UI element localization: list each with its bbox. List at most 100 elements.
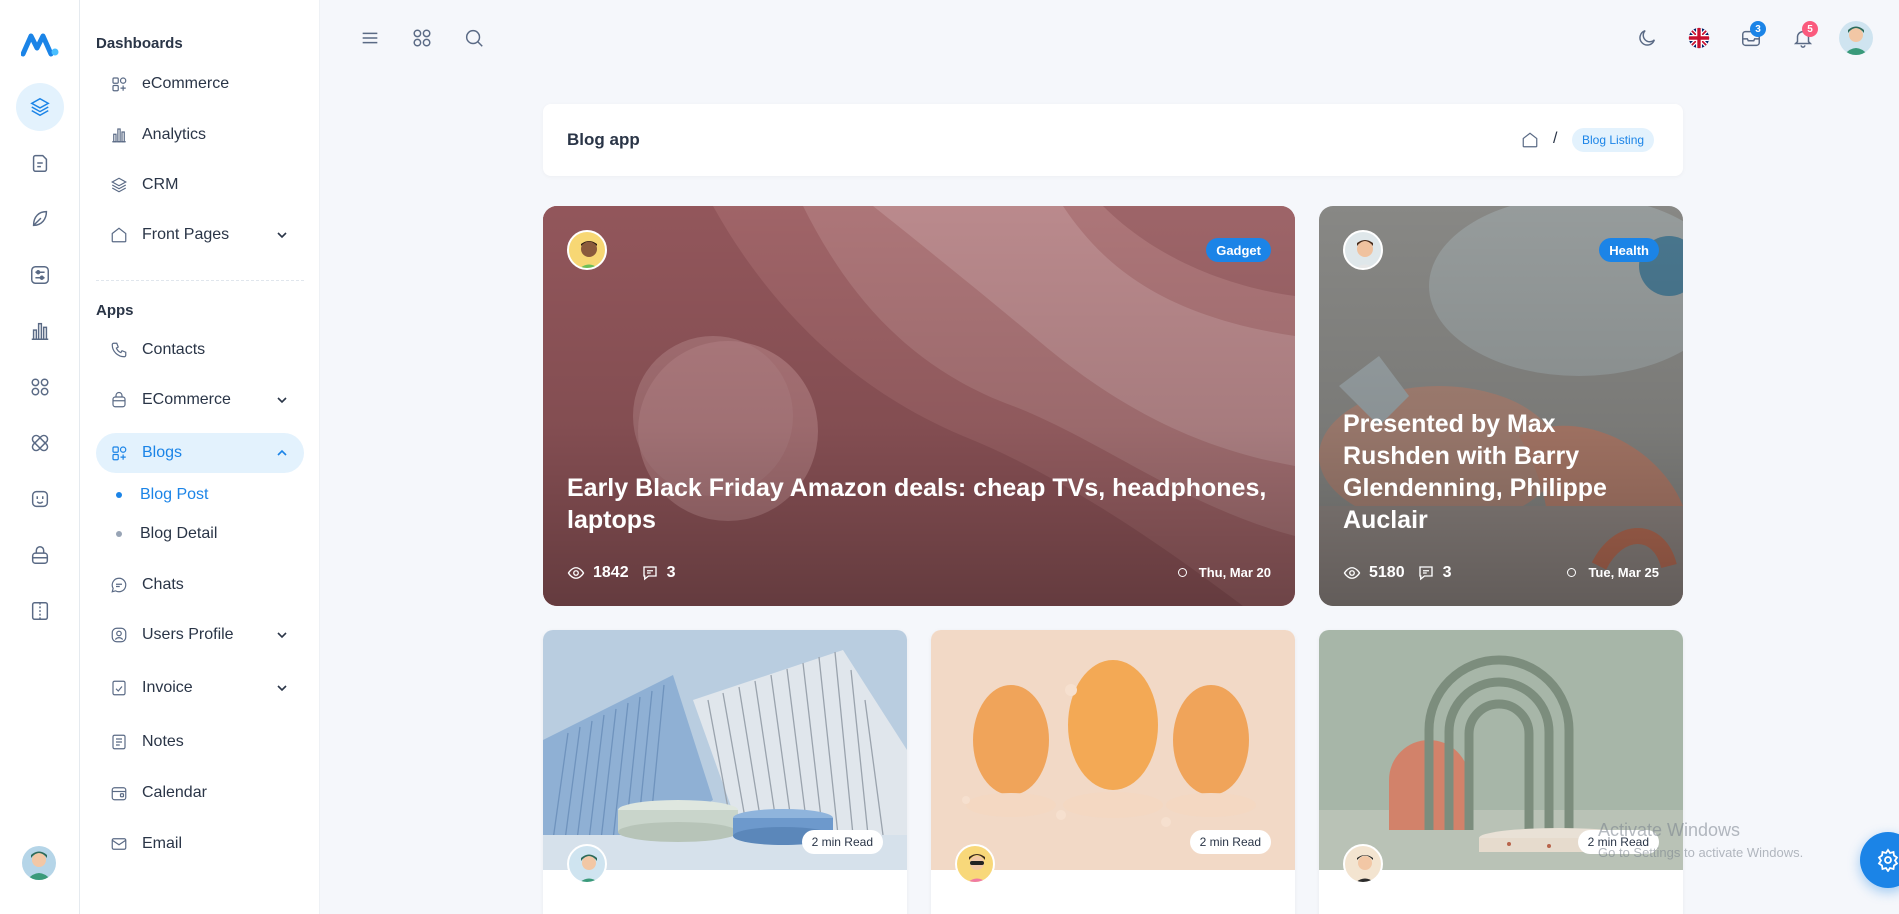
author-avatar[interactable] xyxy=(567,844,607,884)
date-text: Thu, Mar 20 xyxy=(1198,565,1271,580)
chevron-up-icon xyxy=(277,449,287,456)
category-badge[interactable]: Health xyxy=(1599,238,1659,262)
eye-icon xyxy=(567,567,585,579)
post-stats: 1842 3 xyxy=(567,564,676,582)
basket-icon xyxy=(110,391,128,409)
subitem-label: Blog Post xyxy=(140,486,209,503)
notes-icon xyxy=(110,733,128,751)
sidebar-item-contacts[interactable]: Contacts xyxy=(96,330,304,370)
sidebar-item-ecommerce[interactable]: eCommerce xyxy=(96,64,304,104)
sidebar-item-notes[interactable]: Notes xyxy=(96,722,304,762)
sidebar-item-label: Blogs xyxy=(142,444,183,461)
sidebar-item-front-pages[interactable]: Front Pages xyxy=(96,215,304,255)
bullet-dot xyxy=(116,492,122,498)
views-count: 1842 xyxy=(593,564,629,581)
sidebar-item-ecommerce-app[interactable]: ECommerce xyxy=(96,380,304,420)
chat-icon xyxy=(110,576,128,594)
chevron-down-icon xyxy=(277,632,287,639)
subitem-label: Blog Detail xyxy=(140,525,218,542)
rail-book-icon[interactable] xyxy=(16,587,64,635)
featured-post-card[interactable]: Health Presented by Max Rushden with Bar… xyxy=(1319,206,1683,606)
home-icon xyxy=(110,226,128,244)
rail-layers-icon[interactable] xyxy=(16,83,64,131)
category-badge[interactable]: Gadget xyxy=(1206,238,1271,262)
rail-sliders-icon[interactable] xyxy=(16,251,64,299)
post-date: Tue, Mar 25 xyxy=(1567,565,1659,580)
eye-icon xyxy=(1343,567,1361,579)
sidebar-item-analytics[interactable]: Analytics xyxy=(96,115,304,155)
sidebar-item-email[interactable]: Email xyxy=(96,824,304,864)
widget-icon xyxy=(110,444,128,462)
chart-icon xyxy=(110,126,128,144)
sidebar-item-invoice[interactable]: Invoice xyxy=(96,668,304,708)
notifications-badge: 5 xyxy=(1802,21,1818,37)
watermark-line1: Activate Windows xyxy=(1598,820,1741,840)
windows-activation-watermark: Activate Windows Go to Settings to activ… xyxy=(1598,820,1803,860)
sidebar-item-label: Notes xyxy=(142,733,184,750)
sidebar-item-label: Email xyxy=(142,835,183,852)
clock-icon xyxy=(1177,568,1187,577)
post-title[interactable]: Presented by Max Rushden with Barry Glen… xyxy=(1343,408,1643,536)
read-time-badge: 2 min Read xyxy=(1189,830,1271,854)
comments-count: 3 xyxy=(1442,564,1452,581)
post-card[interactable]: 2 min Read xyxy=(931,630,1295,914)
author-avatar[interactable] xyxy=(1343,230,1383,270)
rail-face-icon[interactable] xyxy=(16,475,64,523)
user-avatar[interactable] xyxy=(22,846,56,880)
sidebar-item-label: Users Profile xyxy=(142,626,234,643)
post-card[interactable]: 2 min Read xyxy=(543,630,907,914)
featured-post-card[interactable]: Gadget Early Black Friday Amazon deals: … xyxy=(543,206,1295,606)
author-avatar[interactable] xyxy=(567,230,607,270)
search-icon[interactable] xyxy=(461,25,487,51)
rail-document-icon[interactable] xyxy=(16,139,64,187)
sidebar-item-label: ECommerce xyxy=(142,391,231,408)
sidebar-item-blogs[interactable]: Blogs xyxy=(96,433,304,473)
sidebar-item-calendar[interactable]: Calendar xyxy=(96,773,304,813)
sidebar-item-label: Contacts xyxy=(142,341,206,358)
author-avatar[interactable] xyxy=(1343,844,1383,884)
rail-leaf-icon[interactable] xyxy=(16,195,64,243)
chevron-down-icon xyxy=(277,397,287,404)
gear-icon xyxy=(1877,848,1899,872)
watermark-line2: Go to Settings to activate Windows. xyxy=(1598,845,1804,860)
post-title[interactable]: Early Black Friday Amazon deals: cheap T… xyxy=(567,472,1267,536)
rail-bar-chart-icon[interactable] xyxy=(16,307,64,355)
comments-count: 3 xyxy=(666,564,676,581)
sidebar-item-label: Invoice xyxy=(142,679,193,696)
comment-icon xyxy=(642,566,657,581)
sidebar-divider xyxy=(96,280,304,281)
icon-rail xyxy=(0,0,80,914)
settings-fab[interactable] xyxy=(1860,832,1899,888)
section-title-dashboards: Dashboards xyxy=(96,35,183,52)
post-stats: 5180 3 xyxy=(1343,564,1452,582)
messages-badge: 3 xyxy=(1750,21,1766,37)
post-card[interactable]: 2 min Read xyxy=(1319,630,1683,914)
menu-toggle-icon[interactable] xyxy=(357,25,383,51)
cover-overlay xyxy=(543,206,1295,606)
sidebar-item-crm[interactable]: CRM xyxy=(96,165,304,205)
moon-icon[interactable] xyxy=(1634,25,1660,51)
uk-flag-icon[interactable] xyxy=(1686,25,1712,51)
rail-lock-icon[interactable] xyxy=(16,531,64,579)
user-circle-icon xyxy=(110,626,128,644)
sidebar-item-label: CRM xyxy=(142,176,179,193)
apps-grid-icon[interactable] xyxy=(409,25,435,51)
views-count: 5180 xyxy=(1369,564,1405,581)
breadcrumb-separator: / xyxy=(1553,130,1558,147)
bullet-dot xyxy=(116,531,122,537)
home-icon[interactable] xyxy=(1521,131,1539,149)
sidebar-subitem-blog-detail[interactable]: Blog Detail xyxy=(116,522,217,546)
read-time-badge: 2 min Read xyxy=(801,830,883,854)
sidebar-item-label: Chats xyxy=(142,576,184,593)
mail-icon xyxy=(110,835,128,853)
profile-avatar[interactable] xyxy=(1839,21,1873,55)
sidebar-subitem-blog-post[interactable]: Blog Post xyxy=(116,483,208,507)
sidebar-item-chats[interactable]: Chats xyxy=(96,565,304,605)
section-title-apps: Apps xyxy=(96,302,134,319)
rail-bandage-icon[interactable] xyxy=(16,419,64,467)
author-avatar[interactable] xyxy=(955,844,995,884)
sidebar-item-users-profile[interactable]: Users Profile xyxy=(96,615,304,655)
rail-apps-icon[interactable] xyxy=(16,363,64,411)
logo-icon[interactable] xyxy=(21,30,59,58)
chevron-down-icon xyxy=(277,685,287,692)
